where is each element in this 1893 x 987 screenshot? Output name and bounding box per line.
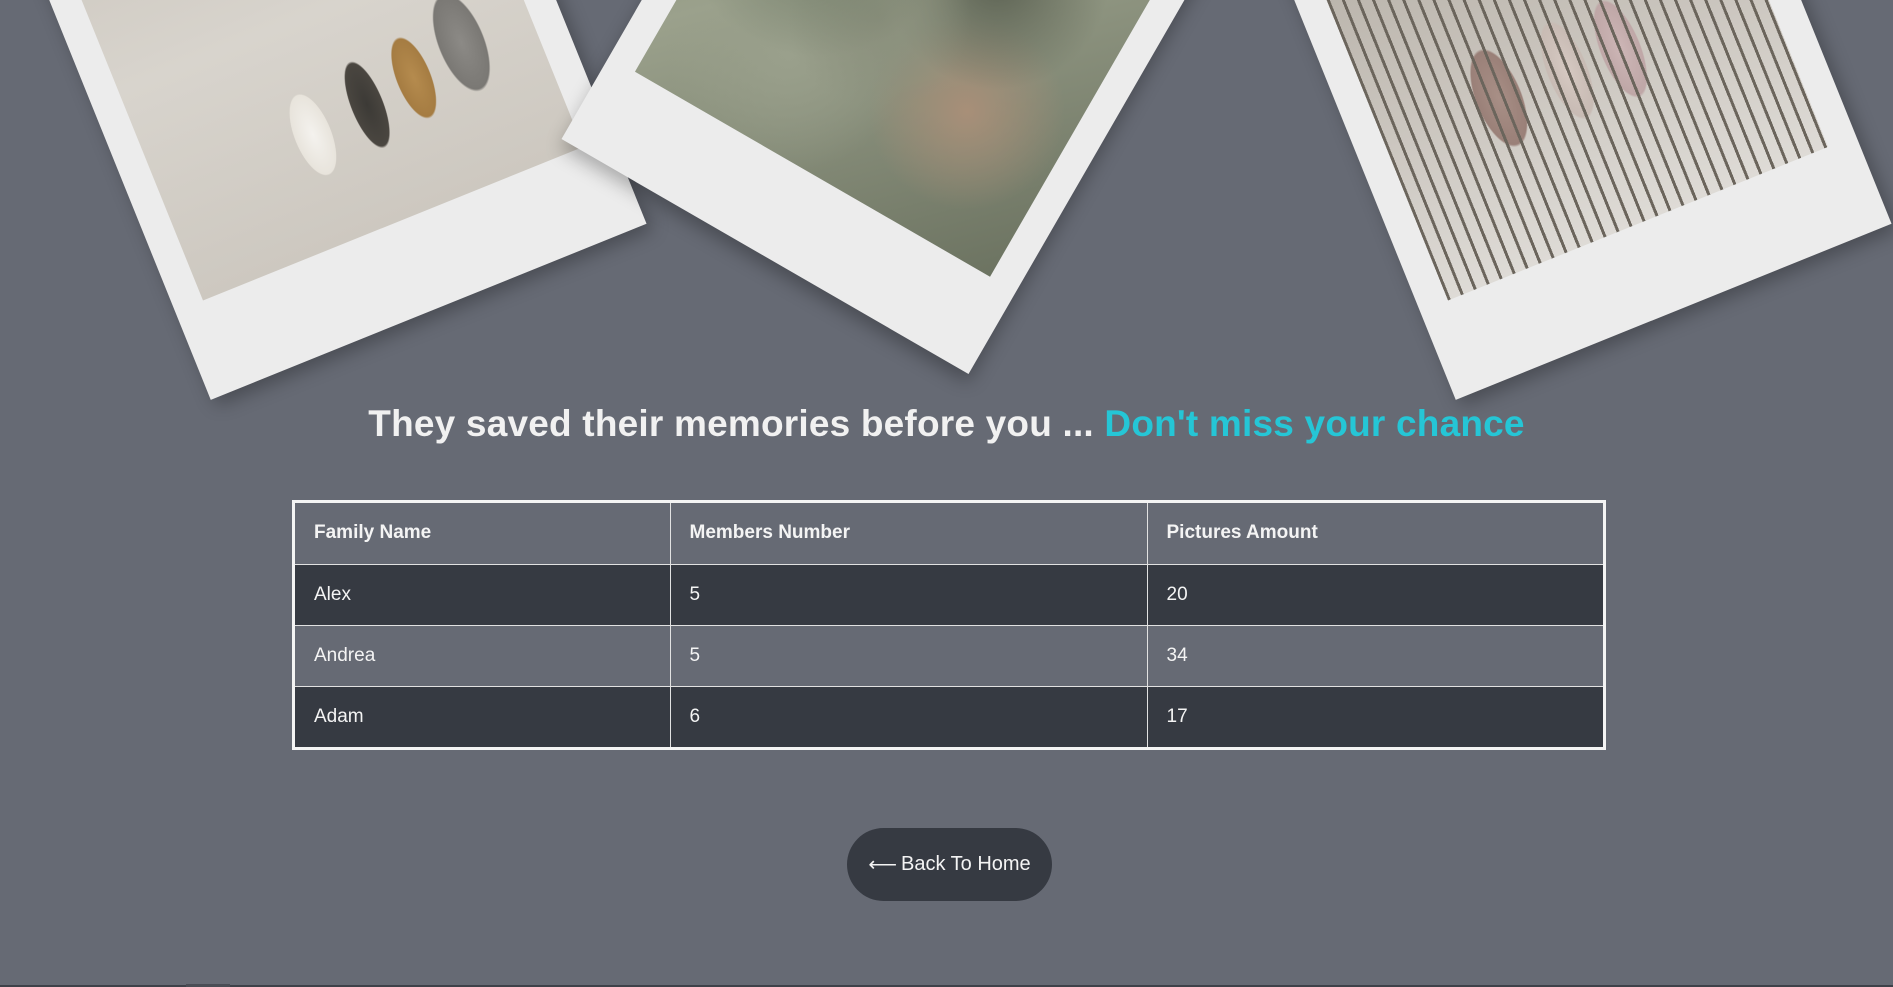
families-table: Family Name Members Number Pictures Amou…	[295, 503, 1603, 747]
header-family-name: Family Name	[295, 503, 671, 565]
table-row: Alex 5 20	[295, 564, 1603, 626]
cell-members-number: 6	[670, 686, 1148, 747]
polaroid-photo-right	[1268, 0, 1892, 400]
family-photo-right	[1307, 0, 1829, 301]
arrow-left-icon: ⟵	[868, 854, 897, 876]
page: They saved their memories before you ...…	[0, 0, 1893, 987]
families-table-container: Family Name Members Number Pictures Amou…	[292, 500, 1606, 750]
table-row: Adam 6 17	[295, 686, 1603, 747]
family-photo-middle	[634, 0, 1178, 277]
back-to-home-button[interactable]: ⟵ Back To Home	[847, 828, 1052, 901]
header-pictures-amount: Pictures Amount	[1147, 503, 1603, 565]
polaroid-photo-left	[23, 0, 647, 400]
family-photo-left	[62, 0, 584, 301]
table-row: Andrea 5 34	[295, 625, 1603, 687]
polaroid-photo-middle	[561, 0, 1219, 375]
table-header-row: Family Name Members Number Pictures Amou…	[295, 503, 1603, 565]
cell-pictures-amount: 34	[1147, 625, 1603, 687]
page-headline: They saved their memories before you ...…	[0, 403, 1893, 445]
cell-family-name: Andrea	[295, 625, 671, 687]
back-to-home-label: Back To Home	[900, 853, 1031, 875]
cell-members-number: 5	[670, 625, 1148, 687]
cell-members-number: 5	[670, 564, 1148, 626]
header-members-number: Members Number	[670, 503, 1148, 565]
cell-pictures-amount: 20	[1147, 564, 1603, 626]
cell-family-name: Alex	[295, 564, 671, 626]
headline-main: They saved their memories before you ...	[368, 403, 1105, 444]
cell-pictures-amount: 17	[1147, 686, 1603, 747]
cell-family-name: Adam	[295, 686, 671, 747]
headline-accent: Don't miss your chance	[1104, 403, 1525, 444]
